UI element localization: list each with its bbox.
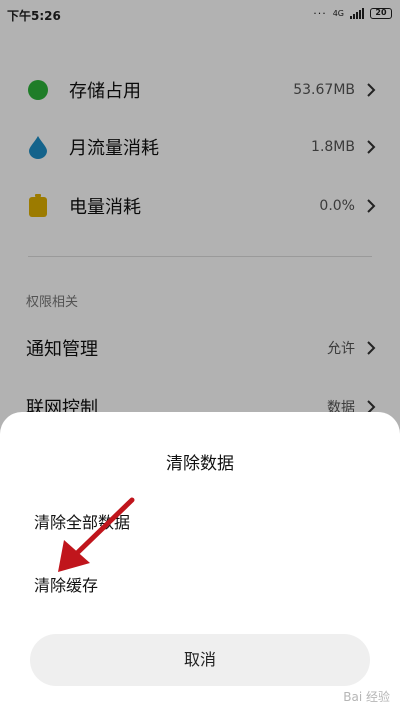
watermark: Bai 经验	[343, 690, 390, 704]
annotation-arrow	[58, 497, 135, 572]
app-info-screen: 下午5:26 ··· 4G 20 短信 存储占用 53.67MB	[0, 0, 400, 711]
